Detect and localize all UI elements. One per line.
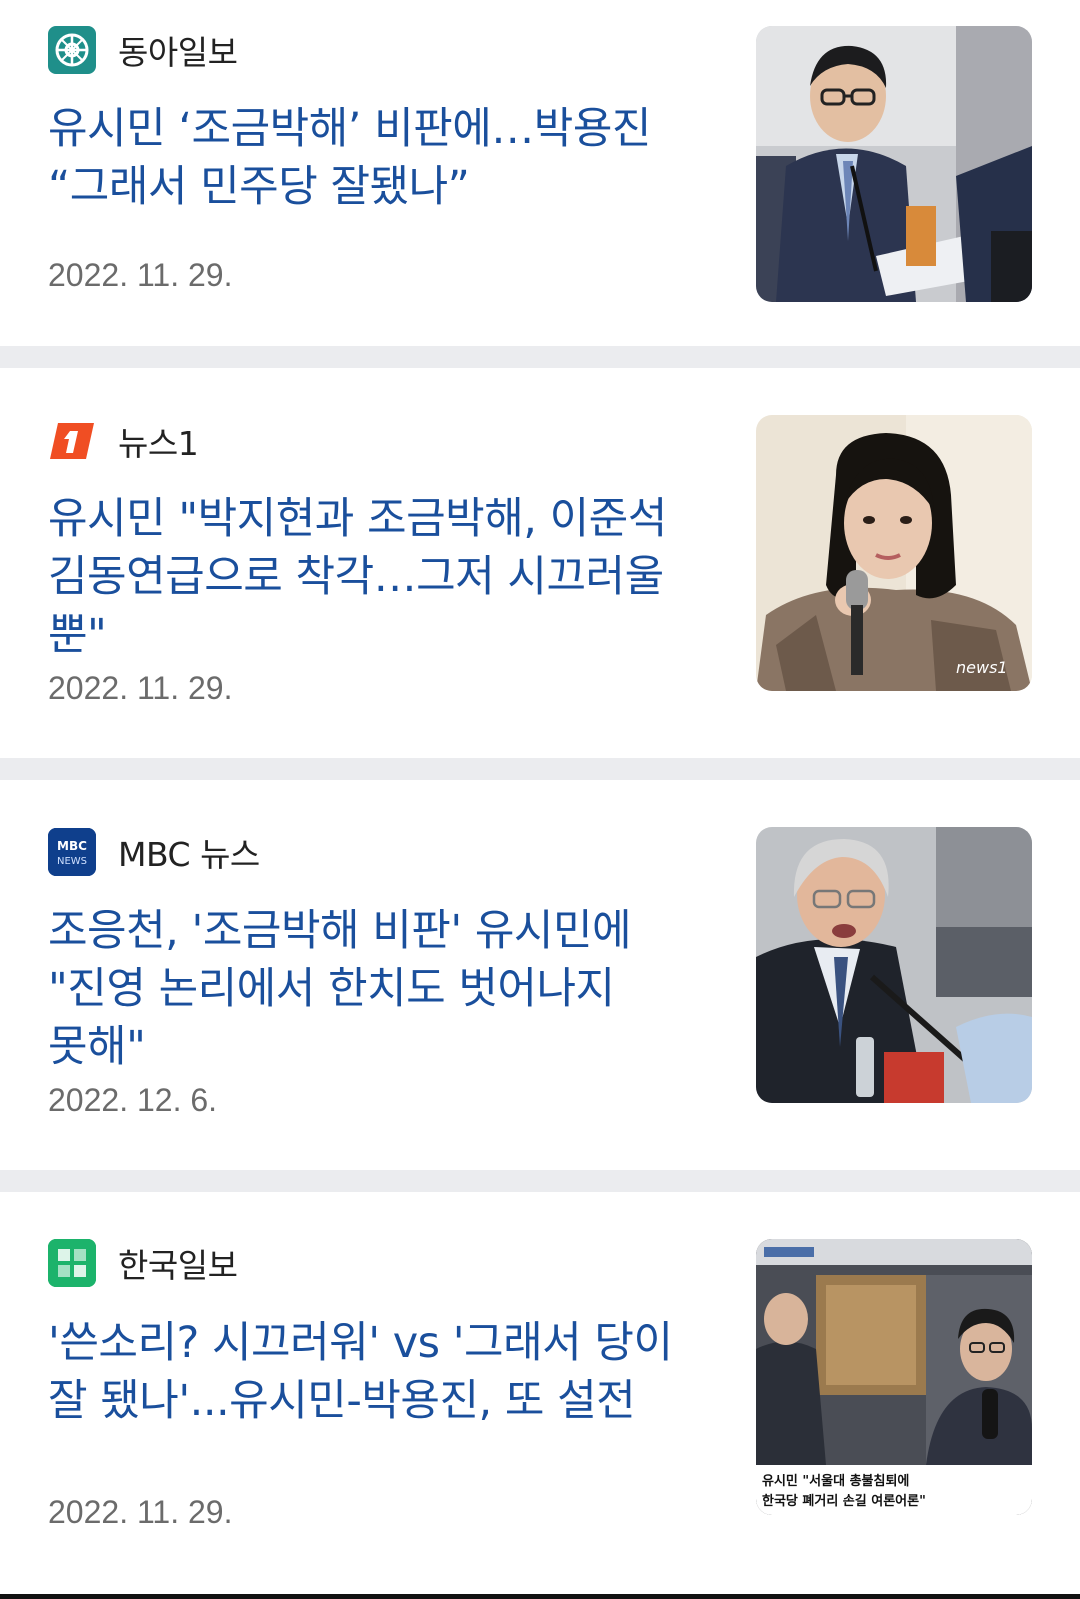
source-name: 동아일보 (118, 33, 238, 72)
article-headline[interactable]: 유시민 "박지현과 조금박해, 이준석 김동연급으로 착각…그저 시끄러울 뿐" (48, 490, 708, 664)
article-thumbnail[interactable] (756, 827, 1032, 1103)
article-date: 2022. 11. 29. (48, 257, 233, 293)
article-date: 2022. 11. 29. (48, 670, 233, 706)
grey-haired-man-speaking-photo (756, 827, 1032, 1103)
svg-text:news1: news1 (956, 658, 1008, 677)
mbc-news-logo-icon: MBC NEWS (48, 828, 96, 876)
news-card[interactable]: 동아일보 유시민 ‘조금박해’ 비판에…박용진 “그래서 민주당 잘됐나” 20… (0, 0, 1080, 346)
tv-broadcast-still-photo: 유시민 "서울대 총불침퇴에 한국당 폐거리 손길 여론어론" (756, 1239, 1032, 1515)
news-source[interactable]: MBC NEWS MBC 뉴스 (48, 828, 260, 876)
news-source[interactable]: 동아일보 (48, 26, 238, 74)
news-source[interactable]: 뉴스1 (48, 417, 199, 465)
card-separator (0, 346, 1080, 368)
news-card[interactable]: 한국일보 '쓴소리? 시끄러워' vs '그래서 당이 잘 됐나'...유시민-… (0, 1192, 1080, 1594)
svg-text:NEWS: NEWS (57, 856, 87, 867)
article-thumbnail[interactable]: 유시민 "서울대 총불침퇴에 한국당 폐거리 손길 여론어론" (756, 1239, 1032, 1515)
svg-text:MBC: MBC (57, 839, 87, 853)
hankook-logo-icon (48, 1239, 96, 1287)
article-headline[interactable]: 유시민 ‘조금박해’ 비판에…박용진 “그래서 민주당 잘됐나” (48, 100, 708, 216)
news-card[interactable]: 뉴스1 유시민 "박지현과 조금박해, 이준석 김동연급으로 착각…그저 시끄러… (0, 368, 1080, 758)
man-in-suit-at-microphone-photo (756, 26, 1032, 302)
card-separator (0, 1170, 1080, 1192)
news-feed: 동아일보 유시민 ‘조금박해’ 비판에…박용진 “그래서 민주당 잘됐나” 20… (0, 0, 1080, 1599)
thumbnail-caption-line2: 한국당 폐거리 손길 여론어론" (762, 1493, 926, 1509)
article-thumbnail[interactable] (756, 26, 1032, 302)
article-date: 2022. 11. 29. (48, 1494, 233, 1530)
article-headline[interactable]: 조응천, '조금박해 비판' 유시민에 "진영 논리에서 한치도 벗어나지 못해… (48, 902, 708, 1076)
news-source[interactable]: 한국일보 (48, 1239, 238, 1287)
source-name: MBC 뉴스 (118, 835, 260, 874)
news-card[interactable]: MBC NEWS MBC 뉴스 조응천, '조금박해 비판' 유시민에 "진영 … (0, 780, 1080, 1170)
article-date: 2022. 12. 6. (48, 1082, 218, 1118)
source-name: 뉴스1 (118, 424, 199, 463)
donga-logo-icon (48, 26, 96, 74)
bottom-edge-bar (0, 1594, 1080, 1599)
article-thumbnail[interactable]: news1 (756, 415, 1032, 691)
woman-holding-microphone-photo: news1 (756, 415, 1032, 691)
card-separator (0, 758, 1080, 780)
source-name: 한국일보 (118, 1246, 238, 1285)
thumbnail-caption-line1: 유시민 "서울대 총불침퇴에 (762, 1473, 909, 1489)
news1-logo-icon (48, 417, 96, 465)
article-headline[interactable]: '쓴소리? 시끄러워' vs '그래서 당이 잘 됐나'...유시민-박용진, … (48, 1314, 708, 1430)
